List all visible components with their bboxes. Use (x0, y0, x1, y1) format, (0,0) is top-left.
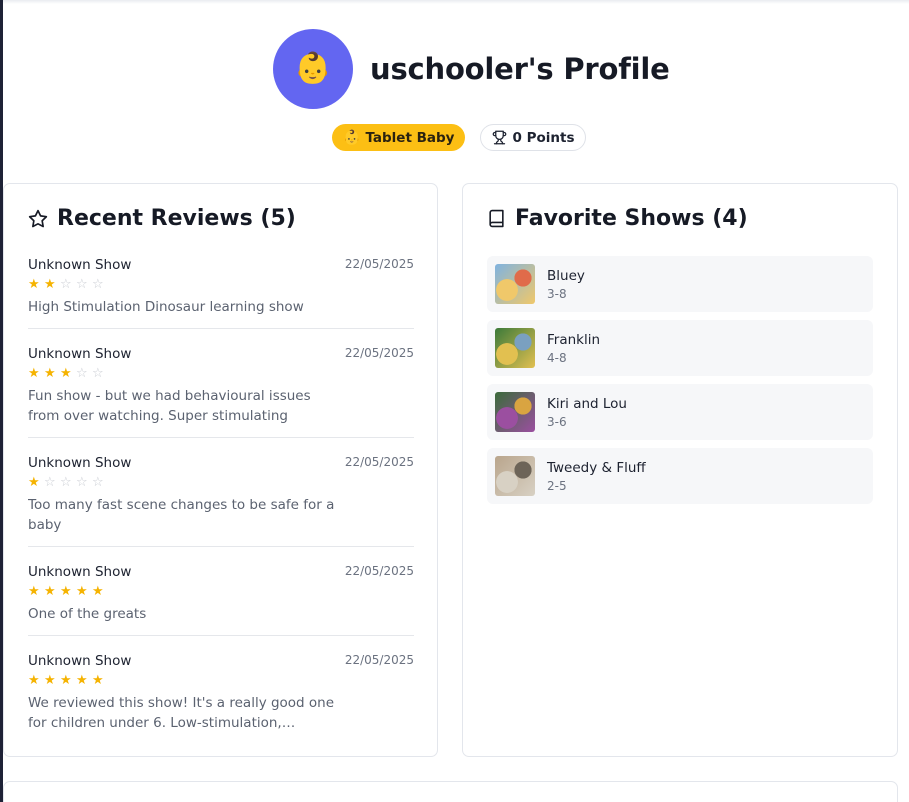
star-filled-icon: ★ (60, 673, 72, 688)
star-empty-icon: ☆ (44, 475, 56, 490)
review-date: 22/05/2025 (344, 564, 414, 578)
star-filled-icon: ★ (28, 277, 40, 292)
show-name: Tweedy & Fluff (547, 459, 646, 476)
star-rating: ★ ☆ ☆ ☆ ☆ (28, 476, 414, 489)
show-thumbnail (495, 456, 535, 496)
star-empty-icon: ☆ (92, 277, 104, 292)
show-thumbnail (495, 328, 535, 368)
favorite-show-item[interactable]: Bluey 3-8 (487, 256, 873, 312)
trophy-icon (493, 130, 507, 145)
divider (28, 328, 414, 329)
star-outline-icon (28, 209, 48, 227)
badge-row: 👶 Tablet Baby 0 Points (332, 124, 587, 151)
show-age-range: 2-5 (547, 478, 567, 493)
divider (28, 635, 414, 636)
show-thumbnail (495, 392, 535, 432)
review-text: Too many fast scene changes to be safe f… (28, 497, 335, 533)
star-rating: ★ ★ ☆ ☆ ☆ (28, 278, 414, 291)
review-text: Fun show - but we had behavioural issues… (28, 388, 311, 424)
avatar: 👶 (273, 29, 353, 109)
review-text: High Stimulation Dinosaur learning show (28, 299, 304, 315)
profile-header: 👶 uschooler's Profile (273, 29, 670, 109)
favorite-show-item[interactable]: Tweedy & Fluff 2-5 (487, 448, 873, 504)
show-age-range: 3-8 (547, 286, 567, 301)
review-item[interactable]: Unknown Show 22/05/2025 ★ ★ ☆ ☆ ☆ High Stimu… (28, 257, 414, 329)
star-rating: ★ ★ ★ ★ ★ (28, 585, 414, 598)
baby-avatar-icon: 👶 (294, 51, 332, 86)
recent-reviews-title: Recent Reviews (5) (57, 206, 296, 231)
star-filled-icon: ★ (76, 673, 88, 688)
review-date: 22/05/2025 (344, 346, 414, 360)
star-filled-icon: ★ (76, 584, 88, 599)
star-filled-icon: ★ (28, 584, 40, 599)
star-empty-icon: ☆ (92, 475, 104, 490)
star-empty-icon: ☆ (60, 475, 72, 490)
level-badge: 👶 Tablet Baby (332, 124, 466, 151)
star-filled-icon: ★ (44, 277, 56, 292)
level-badge-label: Tablet Baby (365, 129, 455, 146)
review-item[interactable]: Unknown Show 22/05/2025 ★ ★ ★ ☆ ☆ Fun show -… (28, 346, 414, 438)
recent-reviews-card: Recent Reviews (5) Unknown Show 22/05/20… (3, 183, 438, 757)
show-name: Bluey (547, 267, 585, 284)
review-item[interactable]: Unknown Show 22/05/2025 ★ ★ ★ ★ ★ We reviewe… (28, 653, 414, 733)
star-empty-icon: ☆ (60, 277, 72, 292)
star-filled-icon: ★ (44, 584, 56, 599)
favorite-show-item[interactable]: Franklin 4-8 (487, 320, 873, 376)
review-text: We reviewed this show! It's a really goo… (28, 695, 335, 731)
star-rating: ★ ★ ★ ★ ★ (28, 674, 414, 687)
star-filled-icon: ★ (28, 366, 40, 381)
star-filled-icon: ★ (92, 584, 104, 599)
star-rating: ★ ★ ★ ☆ ☆ (28, 367, 414, 380)
show-name: Kiri and Lou (547, 395, 627, 412)
divider (28, 437, 414, 438)
favorite-show-item[interactable]: Kiri and Lou 3-6 (487, 384, 873, 440)
star-empty-icon: ☆ (76, 475, 88, 490)
review-item[interactable]: Unknown Show 22/05/2025 ★ ☆ ☆ ☆ ☆ Too many f… (28, 455, 414, 547)
show-age-range: 4-8 (547, 350, 567, 365)
top-shadow (3, 0, 909, 4)
star-filled-icon: ★ (28, 475, 40, 490)
next-section-card (3, 781, 898, 802)
star-filled-icon: ★ (44, 673, 56, 688)
star-filled-icon: ★ (44, 366, 56, 381)
star-filled-icon: ★ (28, 673, 40, 688)
points-badge: 0 Points (480, 124, 587, 151)
star-empty-icon: ☆ (76, 366, 88, 381)
baby-icon: 👶 (343, 129, 361, 146)
page-title: uschooler's Profile (370, 52, 670, 86)
show-thumbnail (495, 264, 535, 304)
favorite-shows-card: Favorite Shows (4) Bluey 3-8 Franklin 4-… (462, 183, 898, 757)
review-text: One of the greats (28, 606, 147, 622)
points-badge-label: 0 Points (512, 129, 575, 146)
star-filled-icon: ★ (60, 366, 72, 381)
recent-reviews-header: Recent Reviews (5) (28, 206, 296, 231)
review-date: 22/05/2025 (344, 653, 414, 667)
divider (28, 546, 414, 547)
book-icon (489, 209, 504, 228)
review-item[interactable]: Unknown Show 22/05/2025 ★ ★ ★ ★ ★ One of the… (28, 564, 414, 636)
favorite-shows-title: Favorite Shows (4) (515, 206, 748, 231)
show-name: Franklin (547, 331, 601, 348)
star-filled-icon: ★ (92, 673, 104, 688)
star-empty-icon: ☆ (76, 277, 88, 292)
star-empty-icon: ☆ (92, 366, 104, 381)
star-filled-icon: ★ (60, 584, 72, 599)
review-date: 22/05/2025 (344, 455, 414, 469)
review-date: 22/05/2025 (344, 257, 414, 271)
show-age-range: 3-6 (547, 414, 567, 429)
favorite-shows-header: Favorite Shows (4) (487, 206, 748, 231)
